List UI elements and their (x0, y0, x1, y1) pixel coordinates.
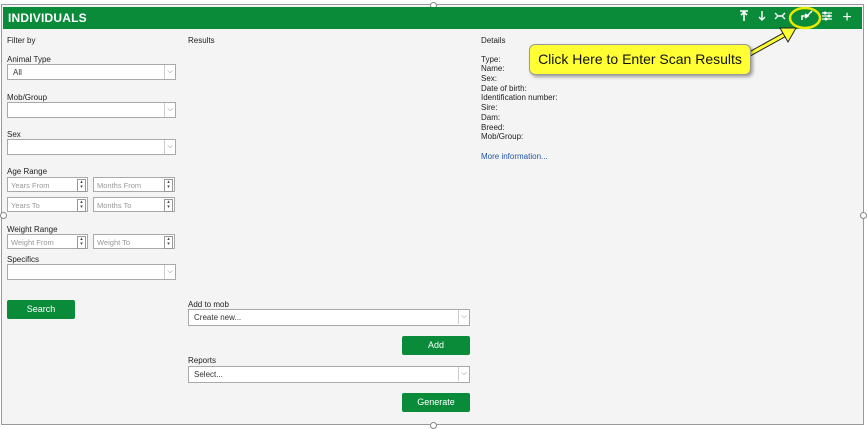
years-from-input[interactable]: Years From ▴ ▾ (7, 177, 88, 192)
specifics-label: Specifics (7, 255, 40, 264)
months-from-input[interactable]: Months From ▴ ▾ (93, 177, 175, 192)
months-from-placeholder: Months From (97, 181, 142, 190)
weight-range-label: Weight Range (7, 225, 58, 234)
weight-to-input[interactable]: Weight To ▴ ▾ (93, 234, 175, 249)
spinner-icon[interactable]: ▴ ▾ (77, 199, 86, 212)
chevron-down-icon: ⌵ (458, 367, 469, 381)
spinner-icon[interactable]: ▴ ▾ (77, 236, 86, 249)
search-button[interactable]: Search (7, 300, 75, 319)
detail-name: Name: (481, 64, 505, 73)
chevron-down-icon: ⌵ (458, 310, 469, 324)
weight-to-placeholder: Weight To (97, 238, 131, 247)
chevron-down-icon: ⌵ (164, 265, 175, 279)
sex-select[interactable]: ⌵ (7, 139, 176, 155)
sex-label: Sex (7, 130, 21, 139)
detail-type: Type: (481, 55, 501, 64)
chevron-down-icon: ⌵ (164, 65, 175, 79)
detail-sex: Sex: (481, 74, 498, 83)
detail-identification-number: Identification number: (481, 93, 558, 102)
weight-from-placeholder: Weight From (11, 238, 54, 247)
chevron-down-icon: ⌵ (164, 140, 175, 154)
detail-dam: Dam: (481, 113, 501, 122)
weight-from-input[interactable]: Weight From ▴ ▾ (7, 234, 88, 249)
age-range-label: Age Range (7, 167, 48, 176)
add-to-mob-label: Add to mob (188, 300, 229, 309)
sort-down-icon[interactable] (755, 10, 769, 27)
filter-heading: Filter by (7, 36, 36, 45)
years-from-placeholder: Years From (11, 181, 50, 190)
months-to-placeholder: Months To (97, 201, 132, 210)
spinner-icon[interactable]: ▴ ▾ (77, 179, 86, 192)
years-to-placeholder: Years To (11, 201, 40, 210)
add-to-mob-select[interactable]: Create new... ⌵ (188, 309, 470, 326)
spinner-icon[interactable]: ▴ ▾ (164, 236, 173, 249)
animal-type-label: Animal Type (7, 55, 51, 64)
add-button[interactable]: Add (402, 336, 470, 355)
reports-select[interactable]: Select... ⌵ (188, 366, 470, 383)
years-to-input[interactable]: Years To ▴ ▾ (7, 197, 88, 212)
scan-icon[interactable] (773, 10, 787, 27)
results-heading: Results (188, 36, 215, 45)
detail-sire: Sire: (481, 103, 498, 112)
filter-settings-icon[interactable] (820, 10, 834, 27)
specifics-select[interactable]: ⌵ (7, 264, 176, 280)
tag-up-icon[interactable] (737, 10, 751, 27)
spinner-icon[interactable]: ▴ ▾ (164, 179, 173, 192)
months-to-input[interactable]: Months To ▴ ▾ (93, 197, 175, 212)
panel-header: INDIVIDUALS + (3, 7, 862, 29)
mob-group-label: Mob/Group (7, 93, 48, 102)
scan-results-callout: Click Here to Enter Scan Results (529, 44, 751, 75)
resize-handle-right[interactable] (860, 212, 867, 219)
detail-mob-group: Mob/Group: (481, 132, 524, 141)
spinner-icon[interactable]: ▴ ▾ (164, 199, 173, 212)
reports-label: Reports (188, 356, 217, 365)
animal-type-value: All (13, 68, 22, 77)
animal-type-select[interactable]: All ⌵ (7, 64, 176, 80)
detail-breed: Breed: (481, 123, 505, 132)
resize-handle-left[interactable] (0, 212, 7, 219)
details-heading: Details (481, 36, 506, 45)
chevron-down-icon: ⌵ (164, 103, 175, 117)
add-to-mob-value: Create new... (194, 313, 242, 322)
mob-group-select[interactable]: ⌵ (7, 102, 176, 118)
more-information-link[interactable]: More information... (481, 152, 548, 161)
generate-button[interactable]: Generate (402, 393, 470, 412)
panel-title: INDIVIDUALS (8, 11, 87, 25)
detail-date-of-birth: Date of birth: (481, 84, 527, 93)
reports-value: Select... (194, 370, 223, 379)
add-icon[interactable]: + (840, 10, 854, 26)
